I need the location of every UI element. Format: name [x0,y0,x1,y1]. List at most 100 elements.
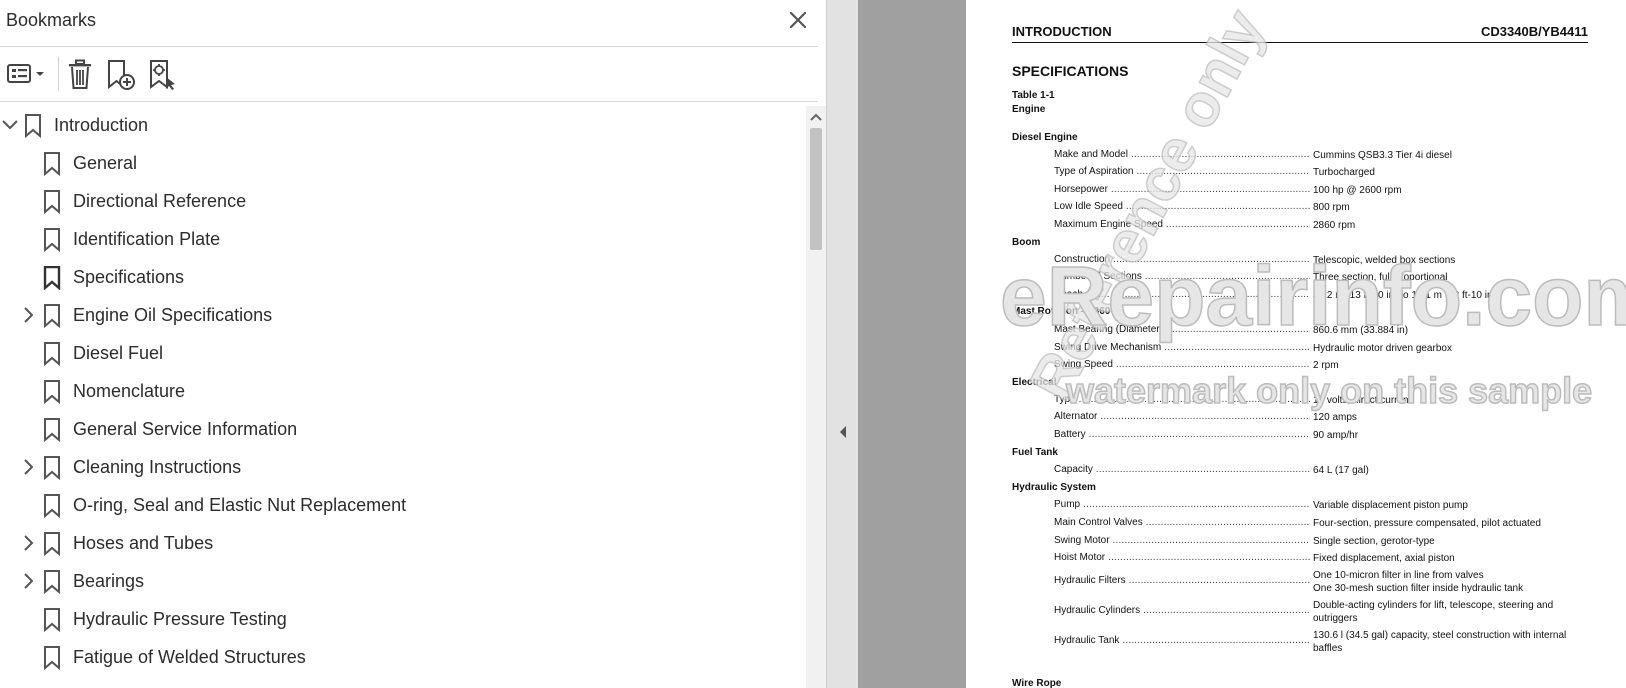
bookmark-label: Engine Oil Specifications [73,305,273,325]
panel-title: Bookmarks [6,10,97,30]
bookmark-label: O-ring, Seal and Elastic Nut Replacement [73,495,407,515]
bookmark-label: Directional Reference [73,191,247,211]
bookmark-item-general-service-information[interactable]: General Service Information [0,410,806,449]
bookmark-label: General [73,153,138,173]
bookmark-item-identification-plate[interactable]: Identification Plate [0,220,806,259]
bookmark-options-icon[interactable] [6,57,46,91]
page-header: INTRODUCTION CD3340B/YB4411 [1012,22,1588,43]
table-number: Table 1-1 [1012,90,1055,101]
document-view[interactable]: INTRODUCTION CD3340B/YB4411 SPECIFICATIO… [858,0,1626,688]
bookmark-item-introduction[interactable]: Introduction [0,106,806,145]
bookmark-icon [43,228,61,253]
toolbar-separator [58,57,59,91]
spec-group-heading: Mast Rotation — 360° [1012,306,1115,317]
bookmark-label: Bearings [73,571,145,591]
spec-label: Maximum Engine Speed [1054,219,1310,230]
spec-label: Main Control Valves [1054,517,1310,528]
spec-group-heading: Fuel Tank [1012,447,1058,458]
spec-value: 2 rpm [1313,360,1339,371]
spec-value: 2860 rpm [1313,220,1356,231]
spec-group-heading: Hydraulic System [1012,482,1096,493]
chevron-down-icon[interactable] [0,115,20,135]
bookmark-icon [43,570,61,595]
bookmark-item-diesel-fuel[interactable]: Diesel Fuel [0,334,806,373]
spec-group-heading: Boom [1012,237,1041,248]
spec-value: Fixed displacement, axial piston [1313,553,1455,564]
bookmarks-panel: Bookmarks Introduction General Direction… [0,0,826,688]
spec-value: Three section, full proportional [1313,272,1448,283]
spec-value: Variable displacement piston pump [1313,500,1468,511]
page-header-chapter: INTRODUCTION [1012,24,1112,39]
bookmark-item-fatigue-of-welded-structures[interactable]: Fatigue of Welded Structures [0,638,806,677]
bookmark-icon [43,532,61,557]
close-icon[interactable] [786,8,810,32]
spec-group-heading: Diesel Engine [1012,132,1078,143]
bookmarks-panel-header: Bookmarks [0,0,818,46]
bookmarks-scrollbar[interactable] [806,106,826,688]
bookmark-item-o-ring-seal-elastic-nut[interactable]: O-ring, Seal and Elastic Nut Replacement [0,486,806,525]
toolbar-divider [0,101,818,102]
scroll-up-arrow-icon[interactable] [806,108,826,126]
bookmark-icon [43,494,61,519]
bookmark-item-engine-oil-specifications[interactable]: Engine Oil Specifications [0,296,806,335]
spec-label: Battery [1054,429,1310,440]
spec-label: Horsepower [1054,184,1310,195]
spec-label: Swing Speed [1054,359,1310,370]
spec-value: Double-acting cylinders for lift, telesc… [1313,600,1554,624]
bookmark-item-nomenclature[interactable]: Nomenclature [0,372,806,411]
chevron-right-icon[interactable] [18,457,38,477]
spec-label: Reach [1054,289,1310,300]
bookmark-icon [43,380,61,405]
bookmark-icon [43,418,61,443]
spec-value: 130.6 l (34.5 gal) capacity, steel const… [1313,630,1567,654]
spec-value: Turbocharged [1313,167,1375,178]
bookmark-label: Hoses and Tubes [73,533,214,553]
bookmark-item-bearings[interactable]: Bearings [0,562,806,601]
bookmark-icon [43,304,61,329]
spec-value: 4.22 m (13 ft-10 in) to 10.1 m (32 ft-10… [1313,290,1496,301]
chevron-right-icon[interactable] [18,305,38,325]
bookmark-tree: Introduction General Directional Referen… [0,106,806,688]
spec-group-heading: Electrical [1012,377,1057,388]
panel-divider[interactable] [826,0,859,688]
bookmark-item-general[interactable]: General [0,144,806,183]
bookmark-icon [43,265,61,291]
spec-value: 860.6 mm (33.884 in) [1313,325,1409,336]
spec-label: Swing Motor [1054,535,1310,546]
bookmark-icon [43,190,61,215]
bookmark-icon [24,114,42,139]
bookmark-item-hydraulic-pressure-testing[interactable]: Hydraulic Pressure Testing [0,600,806,639]
spec-value: Cummins QSB3.3 Tier 4i diesel [1313,150,1452,161]
spec-label: Hydraulic Tank [1054,635,1310,646]
bookmarks-toolbar [0,47,818,101]
spec-value: 120 amps [1313,412,1357,423]
page-header-model: CD3340B/YB4411 [1481,24,1588,39]
bookmark-item-specifications[interactable]: Specifications [0,258,806,297]
trash-icon[interactable] [66,57,94,91]
spec-value: 90 amp/hr [1313,430,1359,441]
bookmark-item-hoses-and-tubes[interactable]: Hoses and Tubes [0,524,806,563]
bookmark-icon [43,342,61,367]
bookmark-item-cleaning-instructions[interactable]: Cleaning Instructions [0,448,806,487]
scrollbar-thumb[interactable] [810,128,822,250]
bookmark-item-directional-reference[interactable]: Directional Reference [0,182,806,221]
spec-label: Mast Bearing (Diameter) [1054,324,1310,335]
bookmark-icon [43,608,61,633]
find-current-bookmark-icon[interactable] [148,57,178,91]
table-name: Engine [1012,104,1046,115]
bookmark-label: Nomenclature [73,381,186,401]
spec-value: Single section, gerotor-type [1313,536,1435,547]
spec-label: Swing Drive Mechanism [1054,342,1310,353]
spec-value: Telescopic, welded box sections [1313,255,1456,266]
bookmark-icon [43,646,61,671]
bookmark-label: Specifications [73,267,185,287]
spec-value: 64 L (17 gal) [1313,465,1369,476]
spec-value: 800 rpm [1313,202,1350,213]
spec-label: Hoist Motor [1054,552,1310,563]
new-bookmark-icon[interactable] [106,57,136,91]
collapse-panel-arrow-icon[interactable] [837,423,849,441]
chevron-right-icon[interactable] [18,571,38,591]
bookmark-icon [43,456,61,481]
chevron-right-icon[interactable] [18,533,38,553]
section-title: SPECIFICATIONS [1012,63,1129,79]
